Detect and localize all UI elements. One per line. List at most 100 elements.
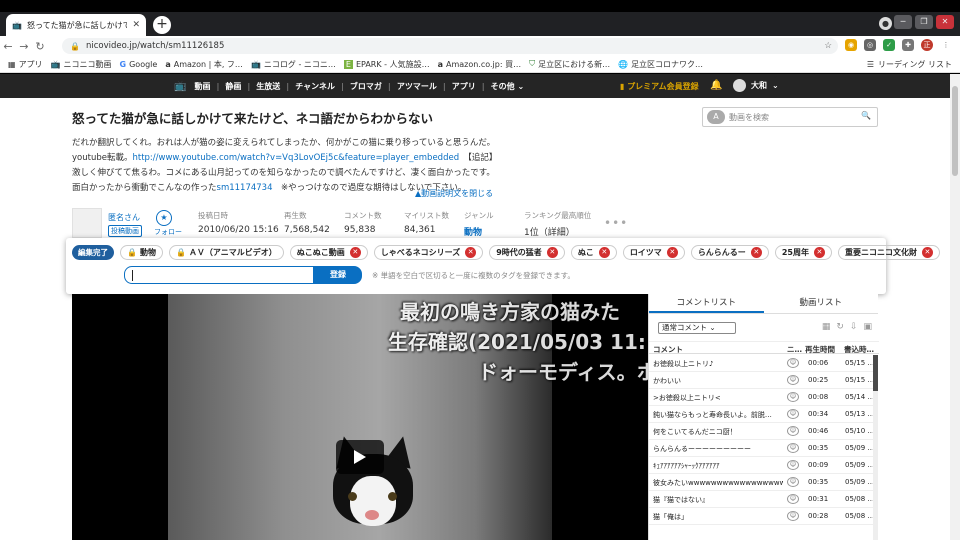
stat-ranking[interactable]: ランキング最高順位 1位（詳細）	[524, 210, 591, 238]
maximize-button[interactable]: ❐	[915, 15, 933, 29]
delete-tag-icon[interactable]: ✕	[546, 247, 558, 258]
close-tab-icon[interactable]: ✕	[132, 20, 140, 30]
tab-comment-list[interactable]: コメントリスト	[649, 294, 764, 313]
tag-item[interactable]: 🔒 動物	[120, 245, 163, 260]
bookmark-nicolog[interactable]: 📺 ニコログ - ニコニ…	[251, 59, 336, 70]
comment-filter-select[interactable]: 通常コメント ⌄	[658, 322, 736, 334]
col-time[interactable]: 再生時間	[805, 344, 835, 355]
calendar-icon[interactable]: ▦	[822, 322, 831, 332]
related-video-link[interactable]: sm11174734	[217, 183, 273, 193]
nav-blomaga[interactable]: ブロマガ	[350, 81, 382, 92]
bell-icon[interactable]: 🔔	[710, 80, 722, 91]
niconico-logo-icon[interactable]: 📺	[174, 81, 186, 92]
nav-douga[interactable]: 動画	[194, 81, 210, 92]
bookmark-google[interactable]: G Google	[120, 60, 158, 69]
follow-label[interactable]: フォロー	[154, 227, 182, 237]
video-player[interactable]: 最初の鳴き方家の猫みた 生存確認(2021/05/03 11:1 ドォーモディス…	[72, 294, 648, 540]
nav-app[interactable]: アプリ	[452, 81, 476, 92]
forward-icon[interactable]: →	[16, 40, 32, 53]
tag-item[interactable]: ぬこ ✕	[570, 245, 617, 260]
tag-input[interactable]	[124, 266, 314, 284]
user-menu[interactable]: 大和 ⌄	[733, 79, 779, 92]
minimize-button[interactable]: ─	[894, 15, 912, 29]
col-comment[interactable]: コメント	[653, 344, 683, 355]
delete-tag-icon[interactable]: ✕	[349, 247, 361, 258]
bookmark-apps[interactable]: ▦ アプリ	[8, 59, 43, 70]
address-bar[interactable]: 🔒 nicovideo.jp/watch/sm11126185 ☆	[62, 38, 838, 54]
reload-icon[interactable]: ↻	[32, 40, 48, 53]
delete-tag-icon[interactable]: ✕	[750, 247, 762, 258]
col-nico[interactable]: ニ…	[787, 344, 802, 355]
delete-tag-icon[interactable]: ✕	[813, 247, 825, 258]
bookmark-epark[interactable]: E EPARK - 人気施設…	[343, 59, 430, 70]
check-extension-icon[interactable]: ✓	[883, 39, 895, 51]
browser-tab[interactable]: 📺 怒ってた猫が急に話しかけて来たけど、ネコ語だからわからない ✕	[6, 14, 146, 36]
uploader-avatar[interactable]	[72, 208, 102, 238]
nav-atsumaru[interactable]: アツマール	[397, 81, 437, 92]
comment-row[interactable]: 鈍い猫ならもっと寿命長いよ。前脱… ☺ 00:34 05/13 …	[649, 406, 873, 423]
tag-item[interactable]: 25周年 ✕	[774, 245, 832, 260]
tag-item[interactable]: 重要ニコニコ文化財 ✕	[837, 245, 940, 260]
page-scrollbar-thumb[interactable]	[952, 86, 958, 176]
more-dots-icon[interactable]: •••	[604, 216, 628, 230]
nav-seiga[interactable]: 静画	[225, 81, 241, 92]
premium-register-link[interactable]: ▮ プレミアム会員登録	[620, 81, 699, 92]
menu-dots-icon[interactable]: ⋮	[940, 39, 952, 51]
stat-genre[interactable]: ジャンル 動物	[464, 210, 494, 238]
search-mode-icon[interactable]: A	[707, 110, 725, 124]
comment-row[interactable]: 猫「俺は」 ☺ 00:28 05/08 …	[649, 508, 873, 525]
chat-icon[interactable]: ▣	[863, 322, 872, 332]
tag-item[interactable]: しゃべるネコシリーズ ✕	[373, 245, 484, 260]
download-icon[interactable]: ⇩	[850, 322, 858, 332]
register-tag-button[interactable]: 登録	[314, 266, 362, 284]
reading-list[interactable]: ☰ リーディング リスト	[867, 59, 952, 70]
tag-item[interactable]: ぬこぬこ動画 ✕	[289, 245, 368, 260]
comment-row[interactable]: 猫『猫ではない』 ☺ 00:31 05/08 …	[649, 491, 873, 508]
edit-done-button[interactable]: 編集完了	[72, 245, 114, 260]
bookmark-star-icon[interactable]: ☆	[824, 41, 832, 51]
bookmark-niconico[interactable]: 📺 ニコニコ動画	[51, 59, 112, 70]
delete-tag-icon[interactable]: ✕	[921, 247, 933, 258]
play-button[interactable]	[336, 440, 384, 474]
profile-avatar[interactable]: 正人	[921, 39, 933, 61]
extension-icon[interactable]: ◎	[864, 39, 876, 51]
comment-row[interactable]: 何をこいてるんだニコ厨！ ☺ 00:46 05/10 …	[649, 423, 873, 440]
uploader-name[interactable]: 匿名さん	[108, 212, 140, 223]
bookmark-adachi-vaccine[interactable]: 🌐 足立区コロナワク…	[618, 59, 703, 70]
comment-row[interactable]: かわいい ☺ 00:25 05/15 …	[649, 372, 873, 389]
tag-item[interactable]: 🔒 ＡＶ（アニマルビデオ）	[168, 245, 284, 260]
search-icon[interactable]: 🔍	[861, 111, 871, 120]
close-window-button[interactable]: ✕	[936, 15, 954, 29]
bookmark-amazon[interactable]: a Amazon | 本, フ…	[165, 59, 243, 70]
nav-live[interactable]: 生放送	[256, 81, 280, 92]
new-tab-button[interactable]: +	[153, 16, 171, 34]
delete-tag-icon[interactable]: ✕	[598, 247, 610, 258]
back-icon[interactable]: ←	[0, 40, 16, 53]
delete-tag-icon[interactable]: ✕	[465, 247, 477, 258]
profile-icon[interactable]: ●	[879, 17, 892, 30]
uploader-badge[interactable]: 投稿動画	[108, 225, 142, 237]
search-input[interactable]: 動画を検索	[729, 112, 769, 123]
comment-scrollbar[interactable]	[873, 355, 878, 540]
tag-item[interactable]: ロイツマ ✕	[622, 245, 685, 260]
nav-other[interactable]: その他 ⌄	[491, 81, 525, 92]
comment-row[interactable]: 彼女みたいwwwwwwwwwwwwwwwwww…☺00:3505/09 …	[649, 474, 873, 491]
follow-star-icon[interactable]: ★	[156, 210, 172, 226]
bookmark-amazon-jp[interactable]: a Amazon.co.jp: 買…	[438, 59, 522, 70]
puzzle-icon[interactable]: ✚	[902, 39, 914, 51]
comment-row[interactable]: ｷｪｱｱｱｱｱｱｼｬｰｯｸｱｱｱｱｱｱ ☺ 00:09 05/09 …	[649, 457, 873, 474]
nav-channel[interactable]: チャンネル	[295, 81, 335, 92]
refresh-icon[interactable]: ↻	[836, 322, 844, 332]
comment-row[interactable]: お徳殺以上ニトリ♪ ☺ 00:06 05/15 …	[649, 355, 873, 372]
col-date[interactable]: 書込時…	[844, 344, 874, 355]
youtube-link[interactable]: http://www.youtube.com/watch?v=Vq3LovOEj…	[132, 153, 459, 163]
tag-item[interactable]: らんらんるー ✕	[690, 245, 769, 260]
bookmark-adachi[interactable]: ⛉ 足立区における新…	[529, 59, 610, 70]
tag-item[interactable]: 9時代の猛者 ✕	[489, 245, 565, 260]
comment-row[interactable]: らんらんるーーーーーーーーー ☺ 00:35 05/09 …	[649, 440, 873, 457]
tab-video-list[interactable]: 動画リスト	[764, 294, 879, 313]
comment-row[interactable]: >お徳殺以上ニトリ< ☺ 00:08 05/14 …	[649, 389, 873, 406]
close-description-link[interactable]: ▲動画説明文を閉じる	[415, 188, 493, 199]
video-search-box[interactable]: A 動画を検索 🔍	[702, 107, 878, 127]
page-scrollbar[interactable]	[950, 74, 960, 540]
